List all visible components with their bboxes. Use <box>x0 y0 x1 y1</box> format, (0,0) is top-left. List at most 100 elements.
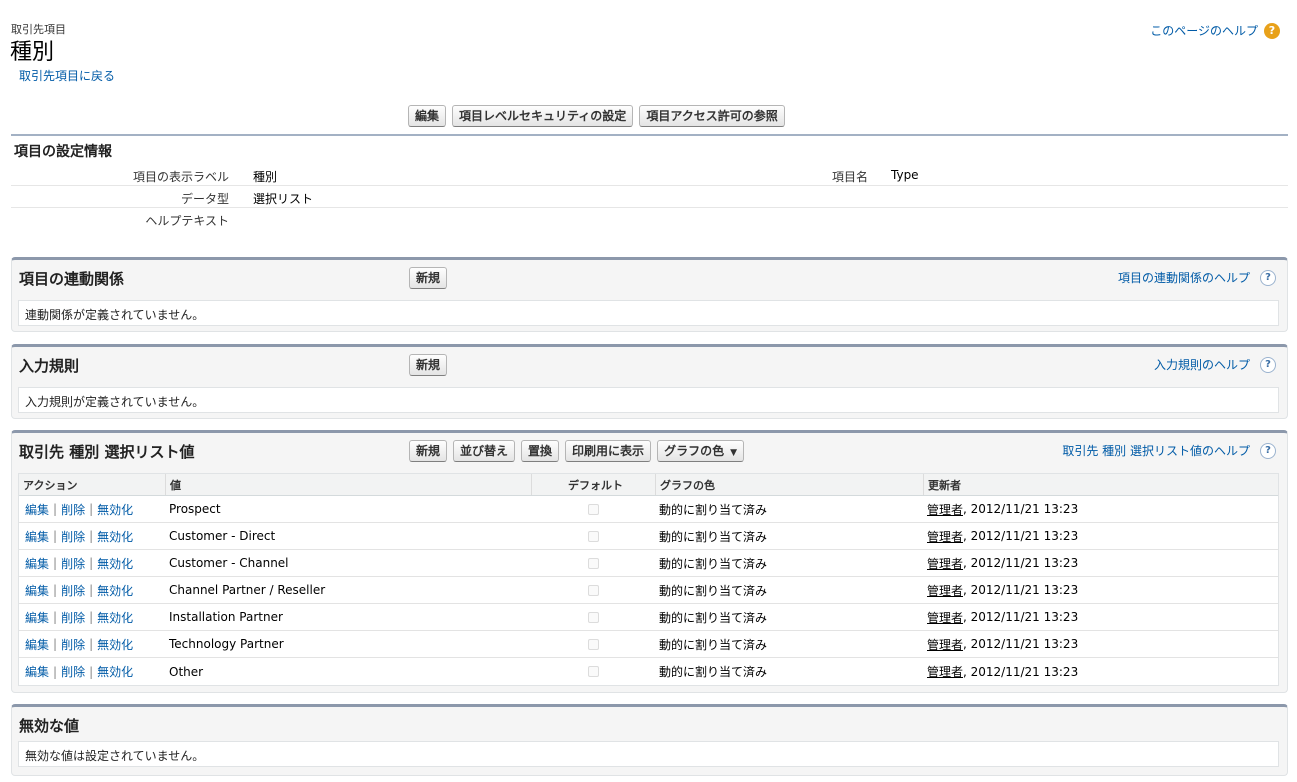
field-detail-section: 項目の設定情報 項目の表示ラベル 種別 項目名 Type データ型 選択リスト … <box>11 134 1288 234</box>
picklist-value: Other <box>169 664 204 679</box>
default-checkbox-cell <box>531 523 655 549</box>
modified-by-user-link[interactable]: 管理者 <box>927 528 963 545</box>
modified-by-cell: 管理者, 2012/11/21 13:23 <box>923 604 1278 630</box>
picklist-title: 取引先 種別 選択リスト値 <box>19 443 195 461</box>
modified-by-cell: 管理者, 2012/11/21 13:23 <box>923 577 1278 603</box>
modified-by-user-link[interactable]: 管理者 <box>927 501 963 518</box>
modified-by-user-link[interactable]: 管理者 <box>927 636 963 653</box>
dependencies-help-link[interactable]: 項目の連動関係のヘルプ <box>1118 269 1250 286</box>
row-actions: 編集 | 削除 | 無効化 <box>25 496 165 522</box>
modified-date: , 2012/11/21 13:23 <box>963 529 1079 543</box>
default-checkbox <box>587 530 599 542</box>
validation-rules-panel: 入力規則 新規 入力規則のヘルプ ? 入力規則が定義されていません。 <box>11 344 1288 419</box>
default-checkbox-cell <box>531 550 655 576</box>
separator: | <box>89 610 94 624</box>
edit-link[interactable]: 編集 <box>25 555 49 572</box>
delete-link[interactable]: 削除 <box>61 501 85 518</box>
separator: | <box>53 637 58 651</box>
printable-view-button[interactable]: 印刷用に表示 <box>565 440 652 462</box>
table-row: 編集 | 削除 | 無効化 Technology Partner 動的に割り当て済み 管理者,… <box>19 631 1278 658</box>
new-value-button[interactable]: 新規 <box>409 440 448 462</box>
edit-link[interactable]: 編集 <box>25 609 49 626</box>
default-checkbox-cell <box>531 604 655 630</box>
delete-link[interactable]: 削除 <box>61 582 85 599</box>
column-header-action: アクション <box>23 478 78 492</box>
modified-by-user-link[interactable]: 管理者 <box>927 609 963 626</box>
column-header-default: デフォルト <box>531 474 655 495</box>
field-name-value: Type <box>891 168 919 182</box>
detail-row-label: 項目の表示ラベル 種別 <box>11 164 651 186</box>
table-row: 編集 | 削除 | 無効化 Prospect 動的に割り当て済み 管理者, 2012/11/2… <box>19 496 1278 523</box>
deactivate-link[interactable]: 無効化 <box>97 663 133 680</box>
picklist-value: Channel Partner / Reseller <box>169 583 326 597</box>
modified-by-user-link[interactable]: 管理者 <box>927 555 963 572</box>
page-help[interactable]: このページのヘルプ ? <box>1150 22 1280 39</box>
chart-color-value: 動的に割り当て済み <box>659 610 768 625</box>
new-dependency-button[interactable]: 新規 <box>409 267 448 289</box>
edit-link[interactable]: 編集 <box>25 663 49 680</box>
picklist-value: Prospect <box>169 502 221 516</box>
picklist-values-table: アクション 値 デフォルト グラフの色 更新者 編集 | 削除 | 無効化 Prospec… <box>18 473 1279 686</box>
page-title: 種別 <box>10 40 55 65</box>
default-checkbox <box>587 638 599 650</box>
default-checkbox-cell <box>531 631 655 657</box>
validation-help-link[interactable]: 入力規則のヘルプ <box>1154 356 1250 373</box>
delete-link[interactable]: 削除 <box>61 663 85 680</box>
deactivate-link[interactable]: 無効化 <box>97 528 133 545</box>
default-checkbox-cell <box>531 496 655 522</box>
replace-button[interactable]: 置換 <box>521 440 560 462</box>
separator: | <box>53 610 58 624</box>
chart-colors-dropdown[interactable]: グラフの色 ▼ <box>657 440 744 462</box>
help-icon[interactable]: ? <box>1264 22 1280 39</box>
field-level-security-button[interactable]: 項目レベルセキュリティの設定 <box>452 105 634 127</box>
edit-link[interactable]: 編集 <box>25 501 49 518</box>
separator: | <box>89 583 94 597</box>
help-icon[interactable]: ? <box>1260 356 1276 373</box>
back-to-fields-link[interactable]: 取引先項目に戻る <box>19 67 115 84</box>
delete-link[interactable]: 削除 <box>61 609 85 626</box>
table-row: 編集 | 削除 | 無効化 Channel Partner / Reseller 動的に割り… <box>19 577 1278 604</box>
separator: | <box>89 556 94 570</box>
validation-title: 入力規則 <box>19 357 80 375</box>
row-actions: 編集 | 削除 | 無効化 <box>25 631 165 657</box>
edit-link[interactable]: 編集 <box>25 528 49 545</box>
page-help-link[interactable]: このページのヘルプ <box>1150 22 1258 39</box>
modified-by-cell: 管理者, 2012/11/21 13:23 <box>923 496 1278 522</box>
table-row: 編集 | 削除 | 無効化 Other 動的に割り当て済み 管理者, 2012/11/21 1… <box>19 658 1278 685</box>
modified-by-user-link[interactable]: 管理者 <box>927 582 963 599</box>
default-checkbox <box>587 557 599 569</box>
delete-link[interactable]: 削除 <box>61 528 85 545</box>
picklist-value: Installation Partner <box>169 610 283 624</box>
edit-link[interactable]: 編集 <box>25 636 49 653</box>
row-actions: 編集 | 削除 | 無効化 <box>25 604 165 630</box>
picklist-help-link[interactable]: 取引先 種別 選択リスト値のヘルプ <box>1062 442 1250 459</box>
delete-link[interactable]: 削除 <box>61 555 85 572</box>
row-actions: 編集 | 削除 | 無効化 <box>25 577 165 603</box>
modified-by-user-link[interactable]: 管理者 <box>927 663 963 680</box>
deactivate-link[interactable]: 無効化 <box>97 609 133 626</box>
edit-link[interactable]: 編集 <box>25 582 49 599</box>
picklist-values-panel: 取引先 種別 選択リスト値 新規 並び替え 置換 印刷用に表示 グラフの色 ▼ 取… <box>11 430 1288 693</box>
picklist-value: Technology Partner <box>169 637 284 651</box>
deactivate-link[interactable]: 無効化 <box>97 636 133 653</box>
chart-color-value: 動的に割り当て済み <box>659 556 768 571</box>
view-field-access-button[interactable]: 項目アクセス許可の参照 <box>639 105 785 127</box>
deactivate-link[interactable]: 無効化 <box>97 501 133 518</box>
modified-date: , 2012/11/21 13:23 <box>963 664 1079 679</box>
delete-link[interactable]: 削除 <box>61 636 85 653</box>
modified-date: , 2012/11/21 13:23 <box>963 610 1079 624</box>
deactivate-link[interactable]: 無効化 <box>97 555 133 572</box>
help-icon[interactable]: ? <box>1260 442 1276 459</box>
deactivate-link[interactable]: 無効化 <box>97 582 133 599</box>
chart-color-value: 動的に割り当て済み <box>659 529 768 544</box>
new-validation-rule-button[interactable]: 新規 <box>409 354 448 376</box>
table-row: 編集 | 削除 | 無効化 Installation Partner 動的に割り当て済み 管理… <box>19 604 1278 631</box>
chevron-down-icon: ▼ <box>730 448 737 458</box>
reorder-button[interactable]: 並び替え <box>453 440 516 462</box>
field-dependencies-panel: 項目の連動関係 新規 項目の連動関係のヘルプ ? 連動関係が定義されていません。 <box>11 257 1288 332</box>
chart-color-value: 動的に割り当て済み <box>659 502 768 517</box>
default-checkbox-cell <box>531 577 655 603</box>
field-name-label: 項目名 <box>831 170 868 184</box>
help-icon[interactable]: ? <box>1260 269 1276 286</box>
edit-button[interactable]: 編集 <box>408 105 447 127</box>
